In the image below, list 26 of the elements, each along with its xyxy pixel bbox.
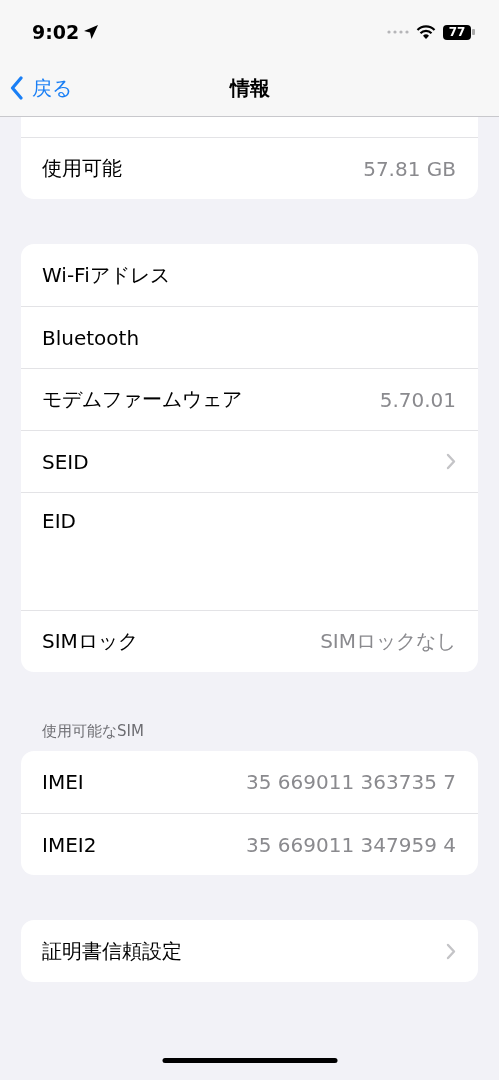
battery-indicator: 77: [443, 24, 475, 40]
row-value: SIMロックなし: [320, 628, 456, 655]
row-value: 57.81 GB: [363, 156, 456, 181]
section-header: 使用可能なSIM: [41, 722, 145, 742]
status-time: 9:02: [32, 21, 80, 43]
row-label: EID: [42, 509, 76, 533]
page-title: 情報: [229, 74, 270, 102]
row-label: Wi-Fiアドレス: [42, 261, 170, 289]
row-label: 使用可能: [42, 155, 122, 182]
signal-dots-icon: [387, 30, 409, 34]
row-label: IMEI2: [42, 832, 97, 857]
row-value: 5.70.01: [379, 387, 456, 412]
location-arrow-icon: [83, 24, 100, 40]
wifi-icon: [416, 24, 436, 40]
chevron-right-icon: [446, 453, 456, 470]
chevron-right-icon: [446, 942, 456, 960]
list-row[interactable]: SEID: [21, 430, 478, 492]
chevron-left-icon: [10, 76, 24, 100]
row-label: モデムファームウェア: [42, 386, 242, 413]
row-label: SIMロック: [42, 628, 138, 655]
list-row[interactable]: 証明書信頼設定: [21, 920, 478, 982]
row-value: 35 669011 363735 7: [246, 770, 456, 794]
row-value: 35 669011 347959 4: [246, 832, 456, 857]
row-label: Bluetooth: [42, 325, 140, 350]
back-button[interactable]: 戻る: [0, 74, 72, 102]
row-label: IMEI: [42, 770, 84, 794]
